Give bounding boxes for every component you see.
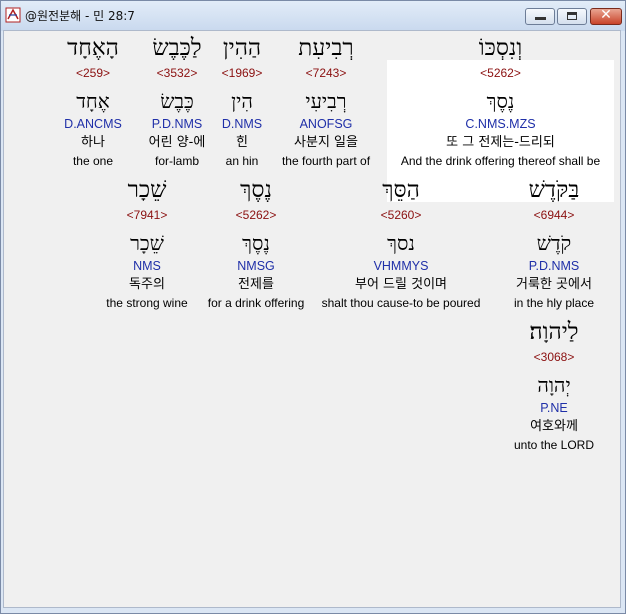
minimize-button[interactable]: [525, 8, 555, 25]
close-button[interactable]: ✕: [590, 7, 622, 25]
close-icon: ✕: [600, 7, 612, 23]
korean-gloss: 거룩한 곳에서: [516, 277, 592, 292]
app-logo-icon: [5, 7, 21, 23]
strong-number[interactable]: <7243>: [256, 65, 396, 82]
word-token[interactable]: נֶסֶךְ <5262> נֶסֶךְ NMSG 전제를 for a drin…: [186, 173, 326, 311]
lemma: נֶסֶךְ: [242, 231, 270, 255]
korean-gloss: 전제를: [238, 277, 274, 292]
word-token[interactable]: לַיהוָה׃ <3068> יְהוָה P.NE 여호와께 unto th…: [488, 315, 620, 453]
strong-number[interactable]: <5262>: [387, 65, 614, 82]
english-gloss: the fourth part of: [281, 154, 371, 168]
hebrew-word: הַסֵּךְ: [382, 177, 420, 203]
analysis-pane: הָאֶחָד <259> אֶחָד D.ANCMS 하나 the one ל…: [3, 30, 621, 608]
hebrew-word: בַּקֹּדֶשׁ: [528, 177, 580, 203]
morphology-code: VHMMYS: [373, 259, 429, 273]
lemma: יְהוָה: [537, 373, 571, 397]
strong-number[interactable]: <6944>: [484, 207, 620, 224]
maximize-button[interactable]: [557, 8, 587, 25]
window-title: @원전분해 - 민 28:7: [25, 9, 135, 23]
english-gloss: in the hly place: [513, 296, 595, 310]
hebrew-word: וְנִסְכּוֹ: [478, 35, 523, 61]
hebrew-word: נֶסֶךְ: [240, 177, 272, 203]
lemma: רְבִיעִי: [305, 89, 347, 113]
morphology-code: ANOFSG: [299, 117, 353, 131]
english-gloss: shalt thou cause-to be poured: [321, 296, 481, 310]
korean-gloss: 사분지 일을: [294, 135, 358, 150]
morphology-code: C.NMS.MZS: [465, 117, 536, 131]
strong-number[interactable]: <5260>: [311, 207, 491, 224]
word-token-selected[interactable]: וְנִסְכּוֹ <5262> נֶסֶךְ C.NMS.MZS 또 그 전…: [387, 31, 614, 169]
word-token[interactable]: בַּקֹּדֶשׁ <6944> קֹדֶשׁ P.D.NMS 거룩한 곳에서…: [484, 173, 620, 311]
word-token[interactable]: רְבִיעִת <7243> רְבִיעִי ANOFSG 사분지 일을 t…: [256, 31, 396, 169]
english-gloss: And the drink offering thereof shall be: [400, 154, 601, 168]
word-token[interactable]: הַסֵּךְ <5260> נסךְ VHMMYS 부어 드릴 것이며 sha…: [311, 173, 491, 311]
strong-number[interactable]: <3068>: [488, 349, 620, 366]
korean-gloss: 부어 드릴 것이며: [355, 277, 447, 292]
lemma: נֶסֶךְ: [486, 89, 515, 113]
english-gloss: for a drink offering: [207, 296, 305, 310]
minimize-icon: [535, 17, 546, 20]
maximize-icon: [567, 12, 577, 20]
hebrew-word: רְבִיעִת: [298, 35, 354, 61]
morphology-code: NMSG: [237, 259, 275, 273]
morphology-code: P.NE: [540, 401, 568, 415]
strong-number[interactable]: <5262>: [186, 207, 326, 224]
lemma: נסךְ: [387, 231, 415, 255]
korean-gloss: 또 그 전제는-드리되: [446, 135, 555, 150]
lemma: קֹדֶשׁ: [536, 231, 572, 255]
hebrew-word: לַיהוָה׃: [529, 319, 579, 345]
title-bar[interactable]: @원전분해 - 민 28:7 ✕: [1, 1, 625, 31]
morphology-code: P.D.NMS: [528, 259, 580, 273]
english-gloss: unto the LORD: [513, 438, 595, 452]
korean-gloss: 여호와께: [530, 419, 578, 434]
